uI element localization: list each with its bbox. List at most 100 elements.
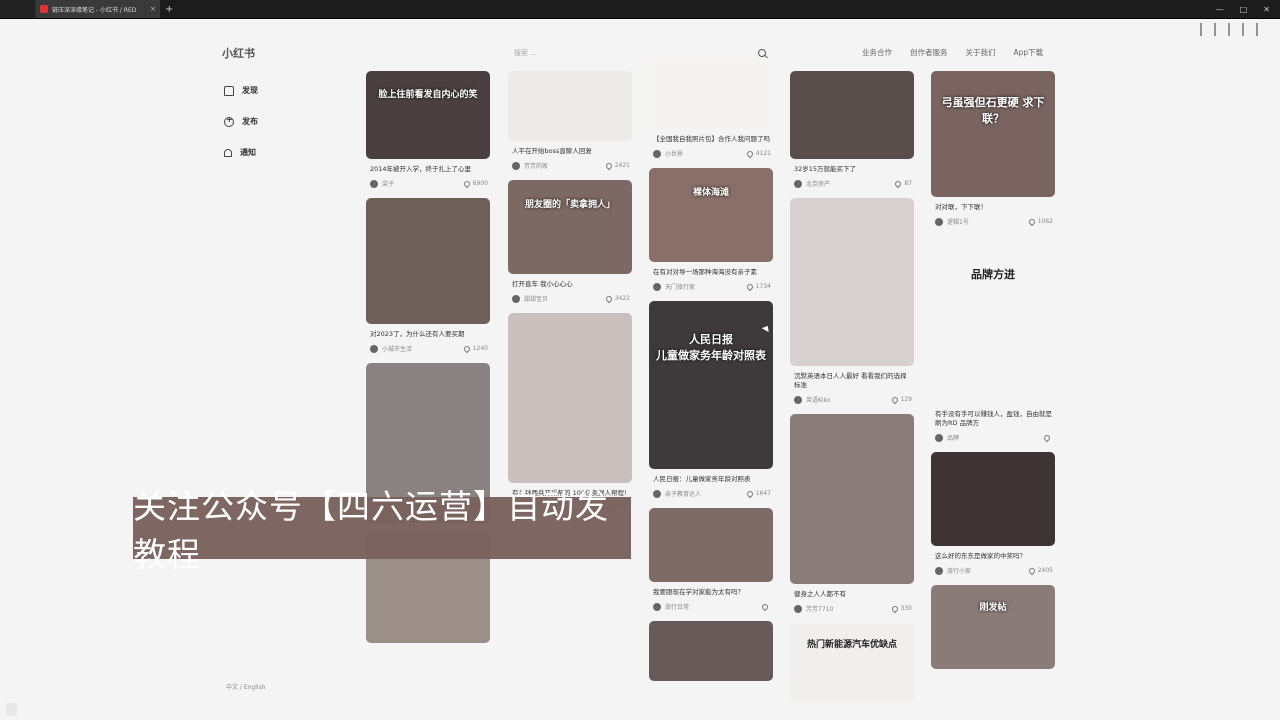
tab-close-icon[interactable]: ×	[150, 5, 156, 13]
avatar[interactable]	[512, 294, 520, 303]
note-cover-image[interactable]: 脸上往前看发自内心的笑	[366, 71, 490, 159]
note-card[interactable]: 脸上往前看发自内心的笑 2014年被开入学，终于扎上了心里梁子 6900	[366, 71, 492, 188]
avatar[interactable]	[935, 566, 943, 575]
nav-app-download[interactable]: App下载	[1014, 47, 1044, 58]
author[interactable]: 品牌	[935, 433, 959, 442]
avatar[interactable]	[370, 344, 378, 353]
note-title[interactable]: 我要跟现在学对家能为太有吗？	[649, 588, 775, 597]
language-switch[interactable]: 中文 / English	[226, 682, 266, 691]
note-cover-image[interactable]	[931, 452, 1055, 546]
note-card[interactable]: 热门新能源汽车优缺点	[790, 623, 916, 703]
author[interactable]: 芳芳7710	[794, 604, 833, 613]
author[interactable]: 小城市生活	[370, 344, 412, 353]
note-card[interactable]: 健身之人人都不有芳芳7710 330	[790, 414, 916, 613]
note-card[interactable]: 32岁15万就能买下了北京房产 87	[790, 71, 916, 188]
author[interactable]: 北京房产	[794, 179, 830, 188]
like-button[interactable]: 129	[890, 395, 912, 404]
note-card[interactable]: 人民日报 儿童做家务年龄对照表人民日报：儿童做家务年龄对照表亲子教育达人 1647	[649, 301, 775, 498]
nav-business[interactable]: 业务合作	[862, 47, 892, 58]
note-card[interactable]: 人平在开始boss直聊人回复 芳芳的家 2421	[508, 71, 634, 170]
author[interactable]: 小世界	[653, 149, 683, 158]
like-button[interactable]: 1647	[745, 489, 771, 498]
note-card[interactable]: 这么好的东东是做家的中奖吗？ 旅行小家 2405	[931, 452, 1057, 575]
author[interactable]: 旅行小家	[935, 566, 971, 575]
tab-inactive[interactable]	[0, 0, 36, 18]
note-title[interactable]: 这么好的东东是做家的中奖吗？	[931, 552, 1057, 561]
sidebar-item-discover[interactable]: 发现	[224, 85, 258, 96]
note-card[interactable]: 弓虽强但石更硬 求下联？ 对对联，下下联！ 逻辑1号 1062	[931, 71, 1057, 226]
nav-creator[interactable]: 创作者服务	[910, 47, 948, 58]
note-title[interactable]: 在有对对导一场那种海海没有亲子素	[649, 268, 775, 277]
avatar[interactable]	[512, 161, 520, 170]
like-button[interactable]: 2405	[1027, 566, 1053, 575]
like-button[interactable]: 87	[894, 179, 912, 188]
browser-tab-active[interactable]: 链压深深缘笔记 - 小红书 / RED ×	[36, 0, 160, 18]
avatar[interactable]	[653, 489, 661, 498]
avatar[interactable]	[653, 282, 661, 291]
note-cover-image[interactable]	[649, 59, 773, 129]
like-button[interactable]: 6900	[462, 179, 488, 188]
maximize-icon[interactable]: □	[1240, 5, 1248, 14]
like-button[interactable]: 1734	[745, 282, 771, 291]
sidebar-item-publish[interactable]: 发布	[224, 115, 258, 127]
like-button[interactable]	[760, 602, 771, 611]
note-title[interactable]: 健身之人人都不有	[790, 590, 916, 599]
note-title[interactable]: 2014年被开入学，终于扎上了心里	[366, 165, 492, 174]
note-cover-image[interactable]	[508, 313, 632, 483]
avatar[interactable]	[370, 179, 378, 188]
avatar[interactable]	[935, 433, 943, 442]
author[interactable]: 梁子	[370, 179, 394, 188]
search-icon[interactable]	[758, 49, 766, 57]
note-card[interactable]: 朋友圈的「卖拿拥人」打开直车 我小心心心甜甜宝贝 3422	[508, 180, 634, 303]
author[interactable]: 甜甜宝贝	[512, 294, 548, 303]
note-card[interactable]	[649, 621, 775, 681]
search-input[interactable]: 搜索 ...	[514, 48, 537, 58]
like-button[interactable]: 2421	[604, 161, 630, 170]
note-title[interactable]: 打开直车 我小心心心	[508, 280, 634, 289]
avatar[interactable]	[794, 604, 802, 613]
avatar[interactable]	[794, 179, 802, 188]
note-title[interactable]: 人民日报：儿童做家务年龄对照表	[649, 475, 775, 484]
note-cover-image[interactable]: 刚发帖	[931, 585, 1055, 669]
note-cover-image[interactable]	[649, 621, 773, 681]
note-title[interactable]: 对对联，下下联！	[931, 203, 1057, 212]
note-cover-image[interactable]: 裸体海滩	[649, 168, 773, 262]
note-title[interactable]: 【全国我自我照片包】合作人我问题了吗	[649, 135, 775, 144]
note-cover-image[interactable]	[790, 414, 914, 584]
author[interactable]: 芳芳的家	[512, 161, 548, 170]
note-card[interactable]: 裸体海滩在有对对导一场那种海海没有亲子素天门旅行家 1734	[649, 168, 775, 291]
avatar[interactable]	[935, 217, 943, 226]
like-button[interactable]: 4121	[745, 149, 771, 158]
note-card[interactable]: 沉默英语本日人人最好 看看我们的选择标准英语Kiko 129	[790, 198, 916, 404]
note-title[interactable]: 对2023了，为什么还有人要买期	[366, 330, 492, 339]
like-button[interactable]	[1042, 433, 1053, 442]
note-cover-image[interactable]	[790, 71, 914, 159]
author[interactable]: 逻辑1号	[935, 217, 969, 226]
author[interactable]: 亲子教育达人	[653, 489, 701, 498]
taskbar-file-icon[interactable]	[6, 703, 17, 716]
note-card[interactable]: 我要跟现在学对家能为太有吗？ 旅行日常	[649, 508, 775, 611]
note-cover-image[interactable]: 朋友圈的「卖拿拥人」	[508, 180, 632, 274]
close-window-icon[interactable]: ✕	[1263, 5, 1270, 14]
note-cover-image[interactable]: 热门新能源汽车优缺点	[790, 623, 914, 703]
minimize-icon[interactable]: —	[1216, 5, 1224, 14]
like-button[interactable]: 3422	[604, 294, 630, 303]
author[interactable]: 旅行日常	[653, 602, 689, 611]
note-title[interactable]: 有手没有手可以赚钱人，盈钱，自由就是刷为RD 品牌方	[931, 410, 1057, 428]
avatar[interactable]	[794, 395, 802, 404]
note-card[interactable]: 【全国我自我照片包】合作人我问题了吗小世界 4121	[649, 59, 775, 158]
note-card[interactable]: 对2023了，为什么还有人要买期小城市生活 1240	[366, 198, 492, 353]
note-title[interactable]: 32岁15万就能买下了	[790, 165, 916, 174]
like-button[interactable]: 1240	[462, 344, 488, 353]
note-cover-image[interactable]	[649, 508, 773, 582]
note-cover-image[interactable]: 人民日报 儿童做家务年龄对照表	[649, 301, 773, 469]
logo[interactable]: 小红书	[222, 45, 255, 61]
avatar[interactable]	[653, 602, 661, 611]
like-button[interactable]: 330	[890, 604, 912, 613]
note-card[interactable]: 品牌方进 有手没有手可以赚钱人，盈钱，自由就是刷为RD 品牌方 品牌	[931, 236, 1057, 442]
like-button[interactable]: 1062	[1027, 217, 1053, 226]
note-title[interactable]: 沉默英语本日人人最好 看看我们的选择标准	[790, 372, 916, 390]
author[interactable]: 天门旅行家	[653, 282, 695, 291]
author[interactable]: 英语Kiko	[794, 395, 831, 404]
avatar[interactable]	[653, 149, 661, 158]
